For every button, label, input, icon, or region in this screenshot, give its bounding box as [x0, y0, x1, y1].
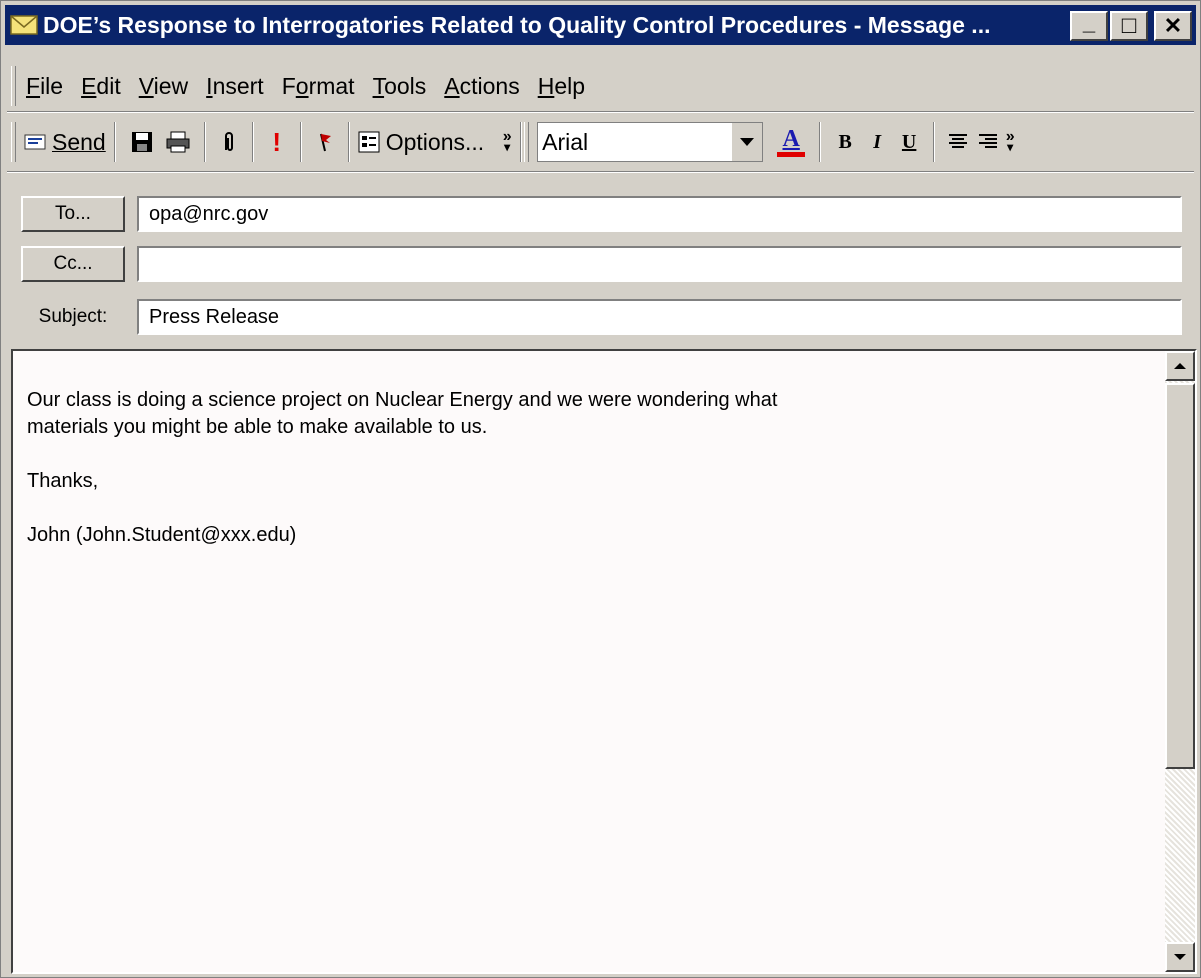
to-row: To... opa@nrc.gov	[21, 196, 1182, 232]
font-name-select[interactable]: Arial	[537, 122, 764, 162]
title-bar: DOE’s Response to Interrogatories Relate…	[5, 5, 1196, 45]
toolbar-separator-line	[7, 171, 1194, 173]
menu-view[interactable]: View	[139, 73, 188, 100]
vertical-scrollbar[interactable]	[1165, 351, 1195, 972]
menu-actions[interactable]: Actions	[444, 73, 519, 100]
menu-separator	[7, 111, 1194, 113]
italic-icon: I	[873, 130, 882, 153]
menu-help[interactable]: Help	[538, 73, 585, 100]
align-center-icon	[949, 134, 968, 148]
importance-button[interactable]: !	[262, 122, 292, 162]
toolbar-separator	[251, 122, 254, 162]
menu-file[interactable]: File	[26, 73, 63, 100]
exclamation-icon: !	[272, 126, 282, 157]
flag-button[interactable]	[310, 122, 340, 162]
close-button[interactable]: ✕	[1154, 11, 1192, 41]
toolbar-separator	[520, 122, 523, 162]
menu-bar: File Edit View Insert Format Tools Actio…	[11, 63, 1194, 109]
toolbar-grip[interactable]	[11, 122, 16, 162]
toolbar-separator	[819, 122, 822, 162]
save-button[interactable]	[124, 122, 160, 162]
menu-format[interactable]: Format	[282, 73, 355, 100]
toolbar-separator	[203, 122, 206, 162]
menu-insert[interactable]: Insert	[206, 73, 264, 100]
font-name-value: Arial	[542, 128, 589, 155]
bold-button[interactable]: B	[829, 122, 861, 162]
attach-button[interactable]	[214, 122, 244, 162]
paperclip-icon	[224, 132, 233, 151]
toolbar-separator	[933, 122, 936, 162]
arrow-down-icon	[1174, 954, 1186, 960]
message-body[interactable]: Our class is doing a science project on …	[11, 349, 1197, 974]
printer-icon	[166, 131, 190, 153]
chevron-down-icon[interactable]	[732, 123, 763, 161]
minimize-icon: _	[1082, 10, 1096, 35]
scroll-up-button[interactable]	[1165, 351, 1195, 381]
subject-field[interactable]: Press Release	[137, 299, 1182, 335]
font-color-swatch	[777, 151, 806, 157]
window-title: DOE’s Response to Interrogatories Relate…	[43, 11, 991, 38]
maximize-button[interactable]: □	[1110, 11, 1148, 41]
format-overflow-chevron[interactable]: » ▾	[1003, 129, 1017, 154]
to-field[interactable]: opa@nrc.gov	[137, 196, 1182, 232]
to-button[interactable]: To...	[21, 196, 125, 232]
toolbar-separator	[347, 122, 350, 162]
menu-grip[interactable]	[11, 66, 16, 106]
print-button[interactable]	[160, 122, 196, 162]
scroll-thumb[interactable]	[1165, 383, 1195, 769]
menu-tools[interactable]: Tools	[373, 73, 427, 100]
close-icon: ✕	[1163, 13, 1183, 38]
maximize-icon: □	[1121, 12, 1137, 39]
underline-button[interactable]: U	[893, 122, 925, 162]
message-window: DOE’s Response to Interrogatories Relate…	[0, 0, 1201, 978]
send-label: Send	[52, 128, 106, 155]
cc-button[interactable]: Cc...	[21, 246, 125, 282]
underline-icon: U	[901, 130, 917, 153]
italic-button[interactable]: I	[861, 122, 893, 162]
minimize-button[interactable]: _	[1070, 10, 1108, 41]
font-color-button[interactable]: A	[771, 122, 811, 162]
subject-label: Subject:	[38, 306, 108, 327]
align-right-button[interactable]	[973, 122, 1003, 162]
cc-row: Cc...	[21, 246, 1182, 282]
format-toolbar-grip[interactable]	[524, 122, 530, 162]
arrow-up-icon	[1174, 363, 1186, 369]
options-button[interactable]: Options...	[358, 122, 484, 162]
scroll-down-button[interactable]	[1165, 942, 1195, 972]
toolbar-overflow-chevron[interactable]: » ▾	[500, 129, 514, 154]
bold-icon: B	[838, 130, 852, 153]
subject-row: Subject: Press Release	[21, 299, 1182, 335]
send-icon	[24, 134, 46, 150]
cc-field[interactable]	[137, 246, 1182, 282]
message-body-text[interactable]: Our class is doing a science project on …	[27, 387, 777, 549]
font-color-icon: A	[782, 125, 800, 152]
envelope-icon	[5, 5, 43, 45]
align-center-button[interactable]	[943, 122, 973, 162]
send-button[interactable]: Send	[24, 122, 106, 162]
floppy-disk-icon	[131, 132, 152, 152]
menu-edit[interactable]: Edit	[81, 73, 121, 100]
toolbar-separator	[299, 122, 302, 162]
align-right-icon	[979, 134, 998, 148]
flag-icon	[319, 133, 331, 152]
toolbar-separator	[113, 122, 116, 162]
options-label: Options...	[385, 128, 485, 155]
toolbar: Send ! Options... » ▾ Arial A B I U » ▾	[11, 117, 1194, 167]
options-icon	[358, 131, 380, 153]
